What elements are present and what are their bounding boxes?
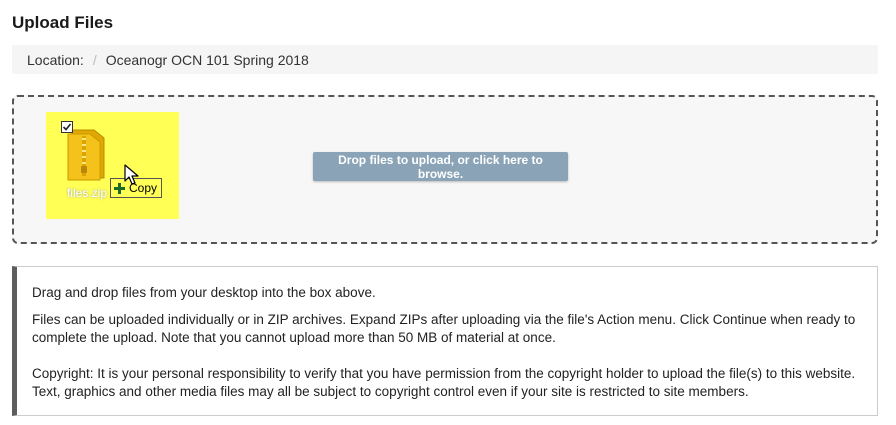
browse-files-button[interactable]: Drop files to upload, or click here to b…	[313, 152, 568, 181]
breadcrumb-label: Location:	[27, 51, 84, 68]
drag-file-name: files.zip	[67, 186, 108, 200]
instructions-drag-drop: Drag and drop files from your desktop in…	[32, 285, 376, 300]
drag-preview: files.zip Copy	[46, 112, 179, 219]
checkbox-icon	[61, 121, 73, 133]
breadcrumb: Location: / Oceanogr OCN 101 Spring 2018	[12, 45, 878, 74]
cursor-arrow-icon	[124, 164, 139, 185]
upload-dropzone[interactable]: files.zip Copy Drop files to upload, or …	[12, 95, 878, 244]
instructions-zip: Files can be uploaded individually or in…	[32, 312, 856, 345]
page-title: Upload Files	[12, 13, 114, 32]
breadcrumb-current: Oceanogr OCN 101 Spring 2018	[105, 51, 309, 68]
instructions-copyright: Copyright: It is your personal responsib…	[32, 366, 856, 399]
upload-instructions-panel: Drag and drop files from your desktop in…	[12, 266, 878, 416]
breadcrumb-separator: /	[92, 51, 97, 68]
